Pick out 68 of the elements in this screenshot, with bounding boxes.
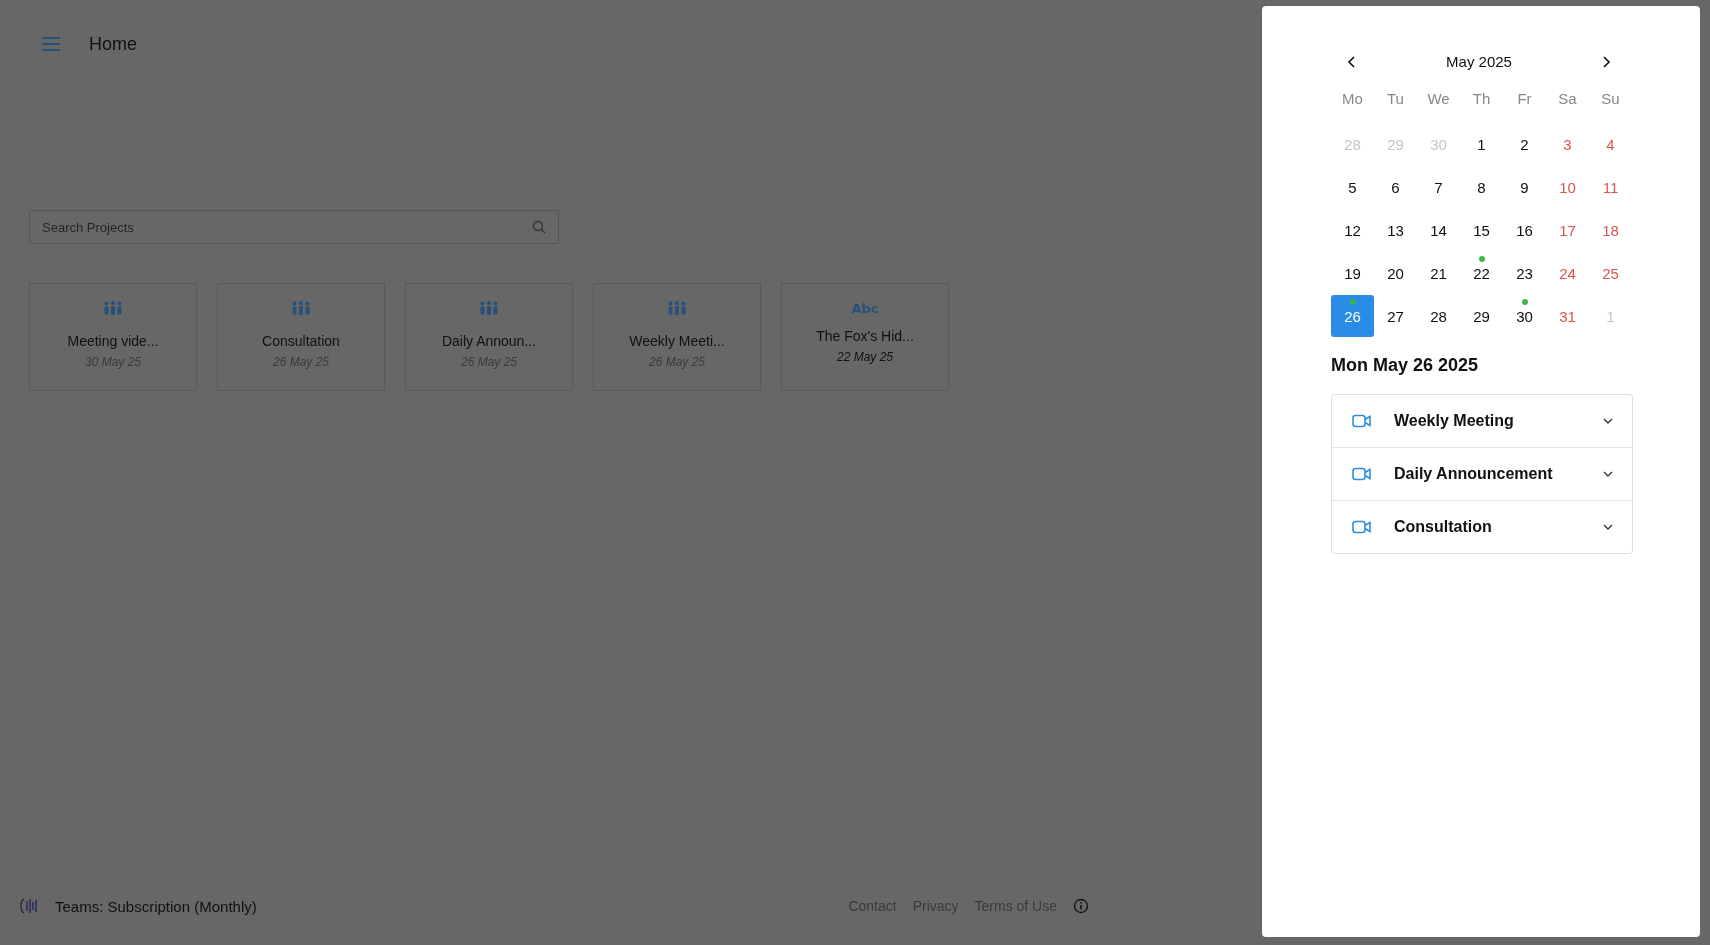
calendar-day[interactable]: 19 xyxy=(1331,252,1374,294)
project-title: The Fox's Hid... xyxy=(816,328,914,344)
video-camera-icon xyxy=(1352,520,1372,534)
people-icon xyxy=(291,301,311,315)
calendar-day[interactable]: 31 xyxy=(1546,295,1589,337)
video-camera-icon xyxy=(1352,467,1372,481)
event-title: Weekly Meeting xyxy=(1394,412,1515,430)
event-title: Consultation xyxy=(1394,518,1493,536)
calendar-day[interactable]: 8 xyxy=(1460,166,1503,208)
calendar-day[interactable]: 11 xyxy=(1589,166,1632,208)
weekday-label: Mo xyxy=(1341,90,1364,109)
calendar-day[interactable]: 30 xyxy=(1503,295,1546,337)
calendar-day[interactable]: 9 xyxy=(1503,166,1546,208)
people-icon xyxy=(479,301,499,315)
calendar-day[interactable]: 13 xyxy=(1374,209,1417,251)
people-icon xyxy=(103,301,123,315)
calendar-day[interactable]: 22 xyxy=(1460,252,1503,294)
calendar-day[interactable]: 1 xyxy=(1460,123,1503,165)
event-row[interactable]: Consultation xyxy=(1332,500,1632,553)
weekday-label: We xyxy=(1426,90,1451,109)
calendar-day[interactable]: 25 xyxy=(1589,252,1632,294)
chevron-down-icon[interactable] xyxy=(1602,523,1614,531)
weekday-label: Sa xyxy=(1557,90,1578,109)
calendar-day[interactable]: 17 xyxy=(1546,209,1589,251)
calendar-day[interactable]: 29 xyxy=(1460,295,1503,337)
calendar-day[interactable]: 2 xyxy=(1503,123,1546,165)
text-icon: Abc xyxy=(851,301,879,316)
project-title: Consultation xyxy=(262,333,340,349)
calendar-day[interactable]: 15 xyxy=(1460,209,1503,251)
project-title: Weekly Meeti... xyxy=(629,333,725,349)
calendar-day[interactable]: 21 xyxy=(1417,252,1460,294)
calendar-day[interactable]: 6 xyxy=(1374,166,1417,208)
calendar-day[interactable]: 28 xyxy=(1417,295,1460,337)
calendar-day[interactable]: 5 xyxy=(1331,166,1374,208)
project-title: Meeting vide... xyxy=(67,333,159,349)
video-camera-icon xyxy=(1352,414,1372,428)
calendar-day[interactable]: 10 xyxy=(1546,166,1589,208)
chevron-right-icon[interactable] xyxy=(1601,54,1611,69)
weekday-label: Fr xyxy=(1516,90,1533,109)
chevron-down-icon[interactable] xyxy=(1602,417,1614,425)
weekday-label: Su xyxy=(1600,90,1621,109)
chevron-left-icon[interactable] xyxy=(1347,54,1357,69)
info-icon[interactable] xyxy=(1073,898,1089,914)
project-date: 22 May 25 xyxy=(836,350,893,364)
project-title: Daily Announ... xyxy=(441,333,537,349)
calendar-day[interactable]: 16 xyxy=(1503,209,1546,251)
event-row[interactable]: Daily Announcement xyxy=(1332,447,1632,500)
calendar-day[interactable]: 20 xyxy=(1374,252,1417,294)
event-row[interactable]: Weekly Meeting xyxy=(1332,395,1632,447)
calendar-day[interactable]: 23 xyxy=(1503,252,1546,294)
plan-label: Teams: Subscription (Monthly) xyxy=(55,897,257,915)
calendar-day[interactable]: 7 xyxy=(1417,166,1460,208)
month-title: May 2025 xyxy=(1446,53,1512,70)
calendar-day[interactable]: 14 xyxy=(1417,209,1460,251)
event-title: Daily Announcement xyxy=(1394,465,1554,483)
calendar-day[interactable]: 3 xyxy=(1546,123,1589,165)
calendar-day[interactable]: 12 xyxy=(1331,209,1374,251)
selected-date: Mon May 26 2025 xyxy=(1331,355,1480,376)
page-title: Home xyxy=(89,33,137,55)
chevron-down-icon[interactable] xyxy=(1602,470,1614,478)
people-icon xyxy=(667,301,687,315)
calendar-day[interactable]: 26 xyxy=(1331,295,1374,337)
calendar-day[interactable]: 27 xyxy=(1374,295,1417,337)
weekday-label: Th xyxy=(1471,90,1492,109)
calendar-day[interactable]: 24 xyxy=(1546,252,1589,294)
calendar-day[interactable]: 18 xyxy=(1589,209,1632,251)
calendar-day[interactable]: 4 xyxy=(1589,123,1632,165)
weekday-label: Tu xyxy=(1386,90,1405,109)
